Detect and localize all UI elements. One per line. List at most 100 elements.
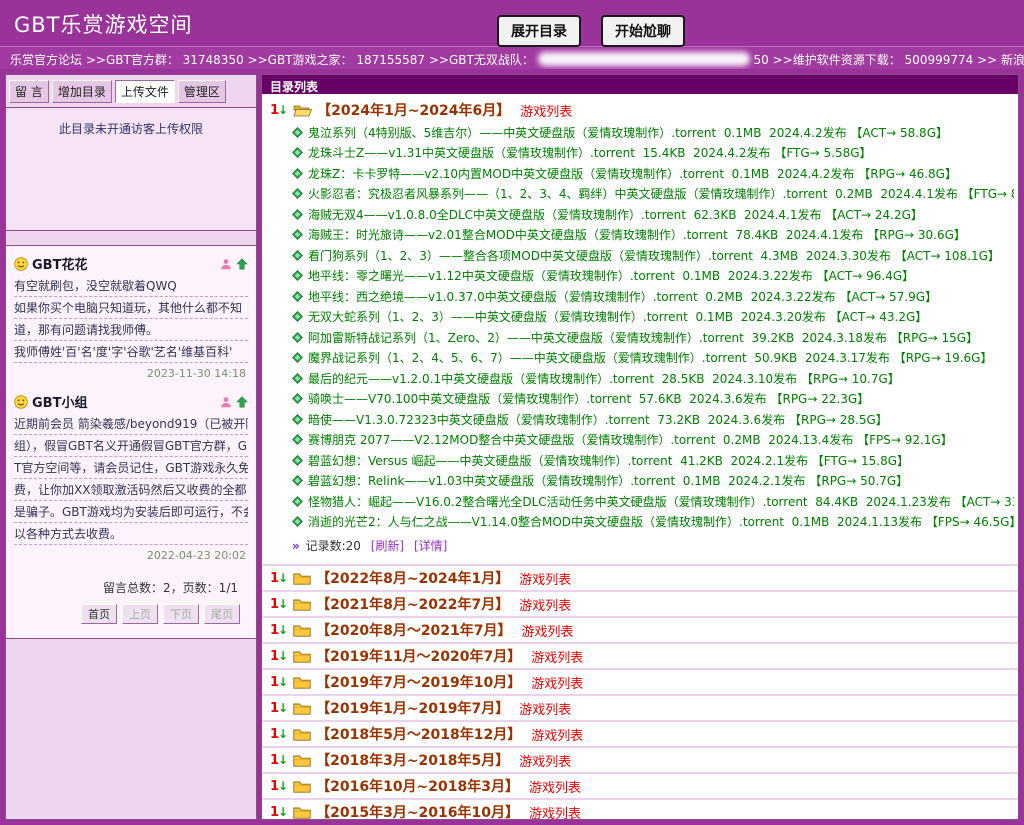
page-button[interactable]: 尾页 (204, 604, 240, 624)
page-button[interactable]: 首页 (81, 604, 117, 624)
game-torrent-link[interactable]: 碧蓝幻想：Relink——v1.03中英文硬盘版（爱情玫瑰制作）.torrent… (308, 472, 908, 489)
game-torrent-link[interactable]: 阿加雷斯特战记系列（1、Zero、2）——中英文硬盘版（爱情玫瑰制作）.torr… (308, 329, 978, 346)
sidebar-tabs: 留 言 增加目录 上传文件 管理区 (6, 75, 256, 107)
message-line: 道，那有问题请找我师傅。 (14, 319, 248, 341)
folder-icon[interactable] (293, 598, 311, 611)
directory-title[interactable]: 【2022年8月~2024年1月】 (316, 568, 509, 588)
sidebar-tab[interactable]: 增加目录 (52, 80, 112, 103)
directory-row: 1↓ 【2016年10月~2018年3月】 游戏列表 (262, 772, 1018, 798)
folder-icon[interactable] (293, 702, 311, 715)
gem-icon (292, 373, 303, 384)
game-torrent-link[interactable]: 消逝的光芒2：人与仁之战——V1.14.0整合MOD中英文硬盘版（爱情玫瑰制作）… (308, 513, 1014, 530)
folder-icon[interactable] (293, 650, 311, 663)
directory-header: 1↓ 【2024年1月~2024年6月】 游戏列表 (270, 98, 1014, 122)
directory-title[interactable]: 【2019年7月～2019年10月】 (316, 672, 521, 692)
hot-icon: 1↓ (270, 624, 288, 637)
detail-link[interactable]: [详情] (414, 539, 447, 553)
weibo-link[interactable]: 新浪微博 (1001, 53, 1024, 67)
gem-icon (292, 414, 303, 425)
game-torrent-link[interactable]: 碧蓝幻想：Versus 崛起——中英文硬盘版（爱情玫瑰制作）.torrent 4… (308, 452, 909, 469)
game-row: 骑唤士——V70.100中英文硬盘版（爱情玫瑰制作）.torrent 57.6K… (270, 389, 1014, 410)
game-list-link[interactable]: 游戏列表 (529, 777, 581, 796)
hot-icon: 1↓ (270, 806, 288, 819)
message-line: 如果你买个电脑只知道玩，其他什么都不知 (14, 297, 248, 319)
game-torrent-link[interactable]: 无双大蛇系列（1、2、3）——中英文硬盘版（爱情玫瑰制作）.torrent 0.… (308, 308, 927, 325)
game-list-link[interactable]: 游戏列表 (529, 803, 581, 821)
game-torrent-link[interactable]: 龙珠Z：卡卡罗特——v2.10内置MOD中英文硬盘版（爱情玫瑰制作）.torre… (308, 165, 957, 182)
game-list-link[interactable]: 游戏列表 (531, 673, 583, 692)
directory-title[interactable]: 【2018年3月~2018年5月】 (316, 750, 509, 770)
team-text: >>GBT无双战队： (429, 53, 534, 67)
directory-title[interactable]: 【2020年8月～2021年7月】 (316, 620, 511, 640)
game-torrent-link[interactable]: 魔界战记系列（1、2、4、5、6、7）——中英文硬盘版（爱情玫瑰制作）.torr… (308, 349, 992, 366)
game-torrent-link[interactable]: 骑唤士——V70.100中英文硬盘版（爱情玫瑰制作）.torrent 57.6K… (308, 390, 869, 407)
game-torrent-link[interactable]: 地平线：零之曙光——v1.12中英文硬盘版（爱情玫瑰制作）.torrent 0.… (308, 267, 914, 284)
game-torrent-link[interactable]: 赛博朋克 2077——V2.12MOD整合中英文硬盘版（爱情玫瑰制作）.torr… (308, 431, 953, 448)
game-torrent-link[interactable]: 海贼无双4——v1.0.8.0全DLC中英文硬盘版（爱情玫瑰制作）.torren… (308, 206, 923, 223)
game-row: 碧蓝幻想：Relink——v1.03中英文硬盘版（爱情玫瑰制作）.torrent… (270, 471, 1014, 492)
content: 留 言 增加目录 上传文件 管理区 此目录未开通访客上传权限 GBT花花 (0, 69, 1024, 825)
profile-icon[interactable] (220, 396, 232, 408)
open-folder-icon[interactable] (293, 103, 312, 117)
sidebar-tab[interactable]: 上传文件 (115, 80, 175, 103)
directory-title[interactable]: 【2021年8月~2022年7月】 (316, 594, 509, 614)
folder-icon[interactable] (293, 754, 311, 767)
folder-icon[interactable] (293, 780, 311, 793)
folder-icon[interactable] (293, 676, 311, 689)
sidebar-tab[interactable]: 留 言 (9, 80, 49, 103)
game-torrent-link[interactable]: 龙珠斗士Z——v1.31中英文硬盘版（爱情玫瑰制作）.torrent 15.4K… (308, 144, 872, 161)
game-torrent-link[interactable]: 最后的纪元——v1.2.0.1中英文硬盘版（爱情玫瑰制作）.torrent 28… (308, 370, 900, 387)
game-torrent-link[interactable]: 鬼泣系列（4特别版、5维吉尔）——中英文硬盘版（爱情玫瑰制作）.torrent … (308, 124, 948, 141)
message-panel: GBT花花 有空就刷包，没空就歇着QWQ 如果你买个电脑只知道玩，其他什么都不知… (6, 245, 256, 639)
gem-icon (292, 291, 303, 302)
game-torrent-link[interactable]: 地平线：西之绝境——v1.0.37.0中英文硬盘版（爱情玫瑰制作）.torren… (308, 288, 937, 305)
game-list-link[interactable]: 游戏列表 (519, 699, 571, 718)
pagination: 首页 上页 下页 尾页 (14, 600, 248, 630)
message-date: 2023-11-30 14:18 (14, 363, 248, 389)
directory-title[interactable]: 【2015年3月~2016年10月】 (316, 802, 519, 820)
message-date: 2022-04-23 20:02 (14, 545, 248, 571)
page-title: GBT乐赏游戏空间 (14, 9, 193, 39)
game-torrent-link[interactable]: 怪物猎人：崛起——V16.0.2整合曙光全DLC活动任务中英文硬盘版（爱情玫瑰制… (308, 493, 1014, 510)
folder-icon[interactable] (293, 806, 311, 819)
hot-icon: 1↓ (270, 676, 288, 689)
game-list-link[interactable]: 游戏列表 (522, 621, 574, 640)
game-list-link[interactable]: 游戏列表 (519, 569, 571, 588)
game-list-link[interactable]: 游戏列表 (531, 647, 583, 666)
top-arrow-icon[interactable] (236, 258, 248, 270)
game-row: 鬼泣系列（4特别版、5维吉尔）——中英文硬盘版（爱情玫瑰制作）.torrent … (270, 122, 1014, 143)
game-torrent-link[interactable]: 看门狗系列（1、2、3）——整合各项MOD中英文硬盘版（爱情玫瑰制作）.torr… (308, 247, 1000, 264)
directory-title[interactable]: 【2016年10月~2018年3月】 (316, 776, 519, 796)
top-arrow-icon[interactable] (236, 396, 248, 408)
gem-icon (292, 270, 303, 281)
start-chat-button[interactable]: 开始尬聊 (601, 15, 685, 47)
profile-icon[interactable] (220, 258, 232, 270)
folder-icon[interactable] (293, 624, 311, 637)
game-row: 海贼无双4——v1.0.8.0全DLC中英文硬盘版（爱情玫瑰制作）.torren… (270, 204, 1014, 225)
page-button[interactable]: 上页 (122, 604, 158, 624)
game-row: 消逝的光芒2：人与仁之战——V1.14.0整合MOD中英文硬盘版（爱情玫瑰制作）… (270, 512, 1014, 533)
refresh-link[interactable]: [刷新] (371, 539, 404, 553)
sidebar-tab[interactable]: 管理区 (178, 80, 226, 103)
directory-row: 1↓ 【2021年8月~2022年7月】 游戏列表 (262, 590, 1018, 616)
sidebar: 留 言 增加目录 上传文件 管理区 此目录未开通访客上传权限 GBT花花 (5, 74, 257, 820)
game-list-link[interactable]: 游戏列表 (519, 595, 571, 614)
game-torrent-link[interactable]: 暗使——V1.3.0.72323中英文硬盘版（爱情玫瑰制作）.torrent 7… (308, 411, 888, 428)
gem-icon (292, 332, 303, 343)
page-button[interactable]: 下页 (163, 604, 199, 624)
game-torrent-link[interactable]: 海贼王：时光旅诗——v2.01整合MOD中英文硬盘版（爱情玫瑰制作）.torre… (308, 226, 966, 243)
forum-link[interactable]: 乐赏官方论坛 (10, 53, 82, 67)
message-header: GBT小组 (14, 392, 248, 411)
game-torrent-link[interactable]: 火影忍者：究极忍者风暴系列——（1、2、3、4、羁绊）中英文硬盘版（爱情玫瑰制作… (308, 185, 1014, 202)
directory-title[interactable]: 【2024年1月~2024年6月】 (317, 100, 510, 120)
folder-icon[interactable] (293, 728, 311, 741)
game-list-link[interactable]: 游戏列表 (531, 725, 583, 744)
expand-directory-button[interactable]: 展开目录 (497, 15, 581, 47)
directory-title[interactable]: 【2018年5月～2018年12月】 (316, 724, 521, 744)
directory-list-header: 目录列表 (262, 75, 1018, 94)
directory-title[interactable]: 【2019年11月～2020年7月】 (316, 646, 521, 666)
directory-title[interactable]: 【2019年1月~2019年7月】 (316, 698, 509, 718)
folder-icon[interactable] (293, 572, 311, 585)
game-list-link[interactable]: 游戏列表 (519, 751, 571, 770)
game-list-link[interactable]: 游戏列表 (520, 101, 572, 120)
